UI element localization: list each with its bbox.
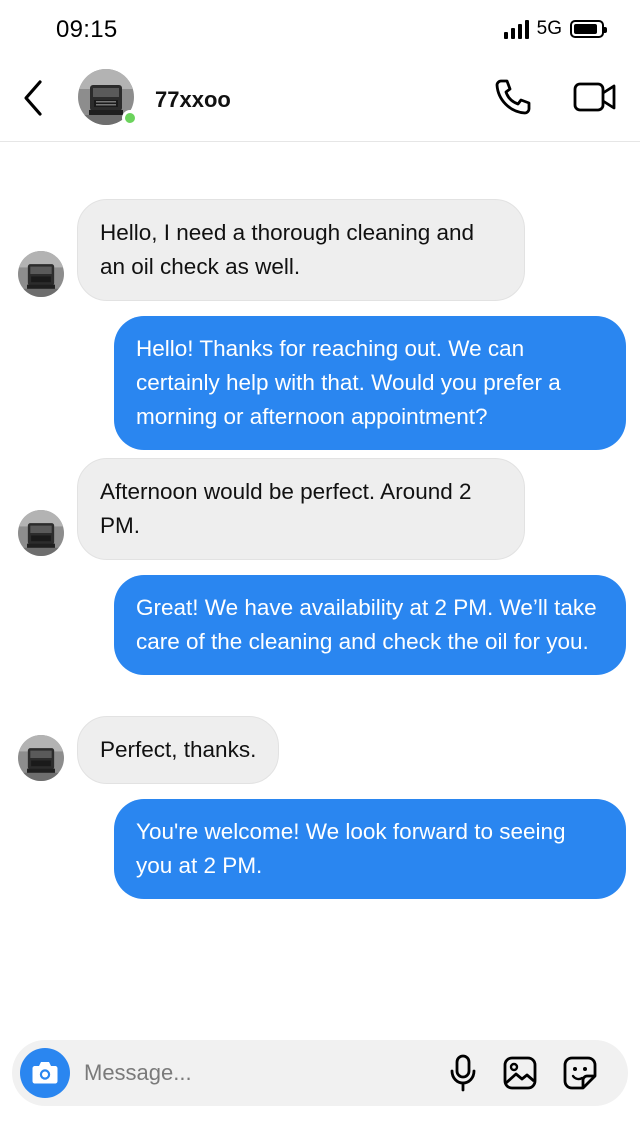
status-time: 09:15	[56, 16, 118, 43]
message-input[interactable]	[84, 1054, 414, 1092]
sender-avatar[interactable]	[18, 510, 64, 556]
truck-avatar-image	[18, 735, 64, 781]
camera-icon	[32, 1062, 58, 1084]
back-button[interactable]	[18, 78, 50, 118]
network-type: 5G	[536, 18, 562, 39]
status-indicators: 5G	[503, 18, 607, 40]
image-icon	[503, 1056, 537, 1090]
message-bubble-outgoing[interactable]: Hello! Thanks for reaching out. We can c…	[114, 316, 626, 450]
message-composer	[12, 1040, 628, 1106]
online-status-dot	[122, 110, 138, 126]
truck-avatar-image	[18, 251, 64, 297]
gallery-button[interactable]	[502, 1055, 538, 1091]
message-bubble-incoming[interactable]: Hello, I need a thorough cleaning and an…	[77, 199, 525, 301]
phone-icon	[495, 79, 531, 115]
sender-avatar[interactable]	[18, 735, 64, 781]
message-bubble-outgoing[interactable]: Great! We have availability at 2 PM. We’…	[114, 575, 626, 675]
sender-avatar[interactable]	[18, 251, 64, 297]
signal-icon	[503, 19, 529, 39]
camera-button[interactable]	[20, 1048, 70, 1098]
microphone-icon	[450, 1054, 476, 1092]
message-bubble-outgoing[interactable]: You're welcome! We look forward to seein…	[114, 799, 626, 899]
sticker-button[interactable]	[562, 1055, 598, 1091]
call-button[interactable]	[492, 76, 534, 118]
contact-name[interactable]: 77xxoo	[155, 87, 231, 113]
video-camera-icon	[573, 82, 616, 112]
status-bar: 09:15 5G	[0, 0, 640, 60]
battery-icon	[570, 20, 607, 38]
video-call-button[interactable]	[572, 76, 618, 118]
message-bubble-incoming[interactable]: Afternoon would be perfect. Around 2 PM.	[77, 458, 525, 560]
truck-avatar-image	[18, 510, 64, 556]
sticker-icon	[563, 1056, 597, 1090]
chat-header: 77xxoo	[0, 60, 640, 142]
chevron-left-icon	[24, 80, 42, 116]
battery-level	[574, 24, 598, 34]
microphone-button[interactable]	[448, 1054, 478, 1092]
message-bubble-incoming[interactable]: Perfect, thanks.	[77, 716, 280, 784]
